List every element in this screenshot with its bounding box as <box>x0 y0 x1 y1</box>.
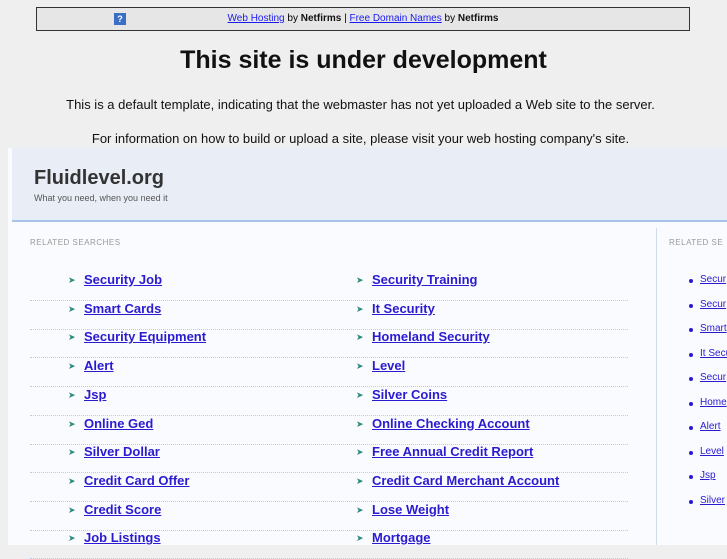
related-link[interactable]: Jsp <box>84 387 106 402</box>
sidebar-link[interactable]: Smart <box>700 323 727 334</box>
related-link[interactable]: Smart Cards <box>84 301 161 316</box>
arrow-icon: ➤ <box>68 475 76 486</box>
related-link[interactable]: Security Training <box>372 272 477 287</box>
sidebar-link[interactable]: Alert <box>700 421 721 432</box>
bullet-icon <box>689 279 693 283</box>
arrow-icon: ➤ <box>356 447 364 458</box>
related-link[interactable]: Security Job <box>84 272 162 287</box>
site-tagline: What you need, when you need it <box>34 193 168 203</box>
arrow-icon: ➤ <box>68 533 76 544</box>
bullet-icon <box>689 328 693 332</box>
sidebar-link[interactable]: Level <box>700 446 724 457</box>
arrow-icon: ➤ <box>68 418 76 429</box>
info-line-2: For information on how to build or uploa… <box>91 131 630 146</box>
help-icon[interactable]: ? <box>114 13 126 25</box>
search-row: ➤ Security Equipment ➤ Homeland Security <box>30 329 628 359</box>
sidebar-link[interactable]: Secur <box>700 372 726 383</box>
arrow-icon: ➤ <box>356 533 364 544</box>
site-header: Fluidlevel.org What you need, when you n… <box>12 148 727 222</box>
related-link[interactable]: Security Equipment <box>84 329 206 344</box>
bullet-icon <box>689 450 693 455</box>
related-link[interactable]: Silver Dollar <box>84 444 160 459</box>
arrow-icon: ➤ <box>356 332 364 343</box>
related-link[interactable]: Credit Card Offer <box>84 473 189 488</box>
related-link[interactable]: Free Annual Credit Report <box>372 444 533 459</box>
search-row: ➤ Security Job ➤ Security Training <box>30 272 628 301</box>
sidebar-link[interactable]: Jsp <box>700 470 716 481</box>
sidebar-link[interactable]: It Secu <box>700 348 727 359</box>
related-link[interactable]: Online Checking Account <box>372 416 530 431</box>
arrow-icon: ➤ <box>68 332 76 343</box>
related-link[interactable]: Level <box>372 358 405 373</box>
related-link[interactable]: Homeland Security <box>372 329 490 344</box>
bullet-icon <box>689 499 693 504</box>
info-line-1: This is a default template, indicating t… <box>66 97 655 112</box>
site-name[interactable]: Fluidlevel.org <box>34 167 164 190</box>
netfirms-banner: ? Web Hosting by Netfirms | Free Domain … <box>36 7 690 31</box>
web-hosting-link[interactable]: Web Hosting <box>228 13 285 24</box>
free-domain-link[interactable]: Free Domain Names <box>349 13 441 24</box>
arrow-icon: ➤ <box>356 475 364 486</box>
search-row: ➤ Smart Cards ➤ It Security <box>30 301 628 330</box>
sidebar-link[interactable]: Secur <box>700 274 726 285</box>
arrow-icon: ➤ <box>68 447 76 458</box>
search-row: ➤ Jsp ➤ Silver Coins <box>30 387 628 416</box>
arrow-icon: ➤ <box>356 303 364 314</box>
search-row: ➤ Silver Dollar ➤ Free Annual Credit Report <box>30 444 628 474</box>
search-row: ➤ Alert ➤ Level <box>30 358 628 388</box>
search-row: ➤ Credit Card Offer ➤ Credit Card Merchant … <box>30 473 628 502</box>
arrow-icon: ➤ <box>356 504 364 515</box>
search-row: ➤ Online Ged ➤ Online Checking Account <box>30 416 628 445</box>
page-title: This site is under development <box>180 46 547 74</box>
bullet-icon <box>689 352 693 357</box>
arrow-icon: ➤ <box>68 389 76 400</box>
related-searches-label: RELATED SEARCHES <box>30 238 121 247</box>
sidebar-related-label: RELATED SE <box>669 238 724 247</box>
sidebar-link[interactable]: Silver <box>700 495 725 506</box>
bullet-icon <box>689 303 693 308</box>
bullet-icon <box>689 401 693 406</box>
search-row: ➤ Credit Score ➤ Lose Weight <box>30 502 628 531</box>
related-link[interactable]: Alert <box>84 358 114 373</box>
related-link[interactable]: Credit Card Merchant Account <box>372 473 559 488</box>
parked-page-panel: Fluidlevel.org What you need, when you n… <box>8 148 727 559</box>
related-link[interactable]: It Security <box>372 301 435 316</box>
arrow-icon: ➤ <box>356 275 364 285</box>
arrow-icon: ➤ <box>356 389 364 400</box>
arrow-icon: ➤ <box>68 275 76 285</box>
sidebar-link[interactable]: Home <box>700 397 727 408</box>
arrow-icon: ➤ <box>68 361 76 372</box>
related-link[interactable]: Online Ged <box>84 416 153 431</box>
related-link[interactable]: Silver Coins <box>372 387 447 402</box>
sidebar-link[interactable]: Secur <box>700 299 726 310</box>
arrow-icon: ➤ <box>68 303 76 314</box>
arrow-icon: ➤ <box>356 418 364 429</box>
column-divider <box>656 228 657 545</box>
bullet-icon <box>689 377 693 381</box>
related-link[interactable]: Credit Score <box>84 502 161 517</box>
arrow-icon: ➤ <box>68 504 76 515</box>
bullet-icon <box>689 426 693 430</box>
related-link[interactable]: Mortgage <box>372 530 431 545</box>
related-link[interactable]: Lose Weight <box>372 502 449 517</box>
bullet-icon <box>689 475 693 479</box>
arrow-icon: ➤ <box>356 361 364 372</box>
related-link[interactable]: Job Listings <box>84 530 161 545</box>
